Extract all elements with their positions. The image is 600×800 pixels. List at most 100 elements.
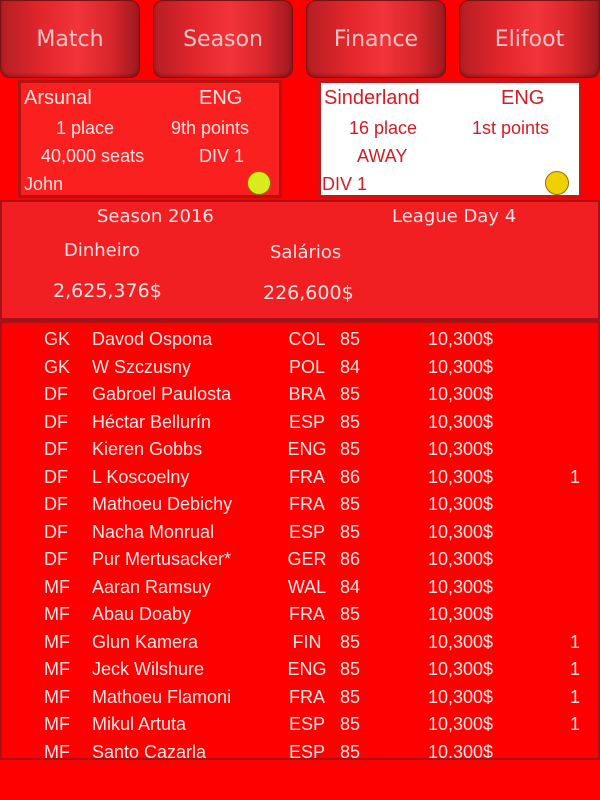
player-name: Glun Kamera (92, 631, 199, 652)
home-team-place: 1 place (56, 118, 115, 138)
player-salary: 10,300$ (428, 439, 494, 459)
tab-match[interactable]: Match (0, 0, 140, 78)
season-finance-panel: Season 2016 League Day 4 Dinheiro Salári… (0, 200, 600, 320)
home-team-manager: John (24, 174, 64, 194)
player-salary: 10,300$ (428, 659, 494, 679)
player-row[interactable]: MF Abau Doaby FRA 85 10,300$ (2, 601, 598, 629)
player-nationality: FRA (289, 466, 325, 487)
player-flag-count: 1 (570, 631, 581, 652)
player-salary: 10,300$ (428, 576, 494, 597)
player-position: DF (44, 411, 68, 432)
player-position: MF (44, 659, 70, 679)
player-rating: 85 (340, 494, 361, 514)
player-row[interactable]: DF Gabroel Paulosta BRA 85 10,300$ (2, 381, 598, 409)
player-salary: 10,300$ (428, 549, 494, 569)
player-row[interactable]: MF Santo Cazarla ESP 85 10,300$ (2, 739, 598, 760)
player-row[interactable]: GK Davod Ospona COL 85 10,300$ (2, 326, 598, 354)
player-nationality: ENG (287, 439, 327, 459)
player-row[interactable]: DF Mathoeu Debichy FRA 85 10,300$ (2, 491, 598, 519)
player-name: Nacha Monrual (92, 521, 215, 542)
player-rating: 85 (340, 521, 361, 542)
player-row[interactable]: DF Kieren Gobbs ENG 85 10,300$ (2, 436, 598, 464)
money-value: 2,625,376$ (53, 280, 162, 302)
away-team-card[interactable]: Sinderland ENG 16 place 1st points AWAY … (318, 80, 582, 198)
player-row[interactable]: DF Héctar Bellurín ESP 85 10,300$ (2, 409, 598, 437)
player-rating: 84 (340, 356, 361, 377)
player-position: MF (44, 604, 70, 624)
player-position: GK (44, 356, 71, 377)
player-nationality: ENG (287, 659, 327, 679)
player-position: MF (44, 631, 70, 652)
player-salary: 10,300$ (428, 411, 494, 432)
player-row[interactable]: DF L Koscoelny FRA 86 10,300$ 1 (2, 464, 598, 492)
home-team-seats: 40,000 seats (41, 146, 145, 166)
away-team-name: Sinderland (324, 87, 420, 109)
player-position: MF (44, 686, 70, 707)
player-salary: 10,300$ (428, 356, 494, 377)
away-team-division: DIV 1 (322, 174, 368, 194)
away-team-points: 1st points (472, 118, 550, 138)
player-row[interactable]: MF Jeck Wilshure ENG 85 10,300$ 1 (2, 656, 598, 684)
player-nationality: COL (288, 329, 326, 349)
player-rating: 86 (340, 466, 361, 487)
player-position: DF (44, 521, 68, 542)
home-team-points: 9th points (171, 118, 250, 138)
player-name: Mathoeu Debichy (92, 494, 233, 514)
player-nationality: FRA (289, 686, 325, 707)
player-rating: 85 (340, 631, 361, 652)
player-row[interactable]: GK W Szczusny POL 84 10,300$ (2, 354, 598, 382)
player-name: Héctar Bellurín (92, 411, 212, 432)
player-name: Aaran Ramsuy (92, 576, 212, 597)
player-position: DF (44, 384, 68, 404)
player-name: Abau Doaby (92, 604, 192, 624)
player-position: MF (44, 576, 70, 597)
player-row[interactable]: MF Mikul Artuta ESP 85 10,300$ 1 (2, 711, 598, 739)
player-row[interactable]: MF Mathoeu Flamoni FRA 85 10,300$ 1 (2, 684, 598, 712)
player-name: Jeck Wilshure (92, 659, 205, 679)
player-flag-count: 1 (570, 714, 581, 734)
player-flag-count: 1 (570, 659, 581, 679)
player-nationality: ESP (288, 411, 326, 432)
player-position: MF (44, 741, 70, 760)
tab-finance[interactable]: Finance (306, 0, 446, 78)
player-position: DF (44, 494, 68, 514)
player-rating: 85 (340, 659, 361, 679)
player-nationality: ESP (288, 741, 326, 760)
player-name: Santo Cazarla (92, 741, 207, 760)
player-nationality: GER (287, 549, 327, 569)
money-label: Dinheiro (64, 240, 140, 261)
away-team-venue: AWAY (357, 146, 408, 166)
player-salary: 10,300$ (428, 714, 494, 734)
salaries-value: 226,600$ (263, 282, 354, 304)
home-team-card[interactable]: Arsunal ENG 1 place 9th points 40,000 se… (18, 80, 282, 198)
player-salary: 10,300$ (428, 466, 494, 487)
player-salary: 10,300$ (428, 494, 494, 514)
player-name: W Szczusny (92, 356, 192, 377)
player-salary: 10,300$ (428, 329, 494, 349)
player-rating: 85 (340, 686, 361, 707)
away-team-country: ENG (501, 87, 545, 109)
player-row[interactable]: DF Pur Mertusacker* GER 86 10,300$ (2, 546, 598, 574)
player-nationality: WAL (287, 576, 327, 597)
player-name: Mikul Artuta (92, 714, 187, 734)
player-position: DF (44, 549, 68, 569)
home-team-division: DIV 1 (199, 146, 245, 166)
player-nationality: FRA (289, 494, 325, 514)
player-position: GK (44, 329, 71, 349)
player-row[interactable]: DF Nacha Monrual ESP 85 10,300$ (2, 519, 598, 547)
player-name: Gabroel Paulosta (92, 384, 232, 404)
tab-elifoot[interactable]: Elifoot (459, 0, 600, 78)
home-status-indicator-icon (247, 171, 271, 195)
player-name: Kieren Gobbs (92, 439, 203, 459)
player-position: DF (44, 439, 68, 459)
player-row[interactable]: MF Aaran Ramsuy WAL 84 10,300$ (2, 574, 598, 602)
player-rating: 85 (340, 439, 361, 459)
salaries-label: Salários (270, 242, 342, 263)
home-team-country: ENG (199, 87, 243, 109)
league-day: League Day 4 (392, 206, 517, 227)
player-nationality: ESP (288, 714, 326, 734)
player-rating: 85 (340, 329, 361, 349)
squad-list[interactable]: GK Davod Ospona COL 85 10,300$ GK W Szczusny PO… (0, 320, 600, 760)
tab-season[interactable]: Season (153, 0, 293, 78)
player-row[interactable]: MF Glun Kamera FIN 85 10,300$ 1 (2, 629, 598, 657)
